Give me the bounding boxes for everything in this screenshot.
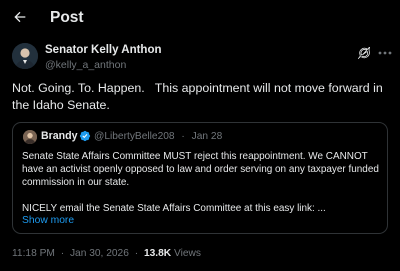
more-options-icon[interactable] xyxy=(378,46,392,60)
quoted-paragraph: NICELY email the Senate State Affairs Co… xyxy=(22,203,326,214)
meta-separator: · xyxy=(134,248,139,259)
quoted-text: Senate State Affairs Committee MUST reje… xyxy=(22,150,380,215)
back-button[interactable] xyxy=(10,7,30,27)
views-label: Views xyxy=(174,248,201,259)
quoted-post[interactable]: Brandy @LibertyBelle208 · Jan 28 Senate … xyxy=(12,122,388,234)
views-count[interactable]: 13.8K xyxy=(144,248,171,259)
quoted-meta: @LibertyBelle208 · Jan 28 xyxy=(94,131,226,142)
quoted-author-name[interactable]: Brandy xyxy=(41,130,78,142)
post-time[interactable]: 11:18 PM xyxy=(12,248,55,259)
grok-icon[interactable] xyxy=(358,47,370,59)
author-avatar[interactable] xyxy=(12,43,38,69)
quoted-separator: · xyxy=(181,131,185,142)
meta-separator: · xyxy=(60,248,65,259)
show-more-link[interactable]: Show more xyxy=(22,215,74,226)
top-bar: Post xyxy=(0,0,400,36)
author-name[interactable]: Senator Kelly Anthon xyxy=(45,44,162,56)
post-date[interactable]: Jan 30, 2026 xyxy=(70,248,129,259)
author-handle[interactable]: @kelly_a_anthon xyxy=(45,59,126,71)
verified-badge-icon xyxy=(79,130,91,142)
quoted-date[interactable]: Jan 28 xyxy=(192,131,223,142)
arrow-left-icon xyxy=(14,11,26,23)
page-title: Post xyxy=(50,9,84,26)
quoted-handle[interactable]: @LibertyBelle208 xyxy=(94,131,175,142)
quoted-paragraph: Senate State Affairs Committee MUST reje… xyxy=(22,151,379,188)
post-meta: 11:18 PM · Jan 30, 2026 · 13.8K Views xyxy=(12,248,201,259)
post-text: Not. Going. To. Happen. This appointment… xyxy=(12,81,387,112)
quoted-author-avatar[interactable] xyxy=(23,130,37,144)
